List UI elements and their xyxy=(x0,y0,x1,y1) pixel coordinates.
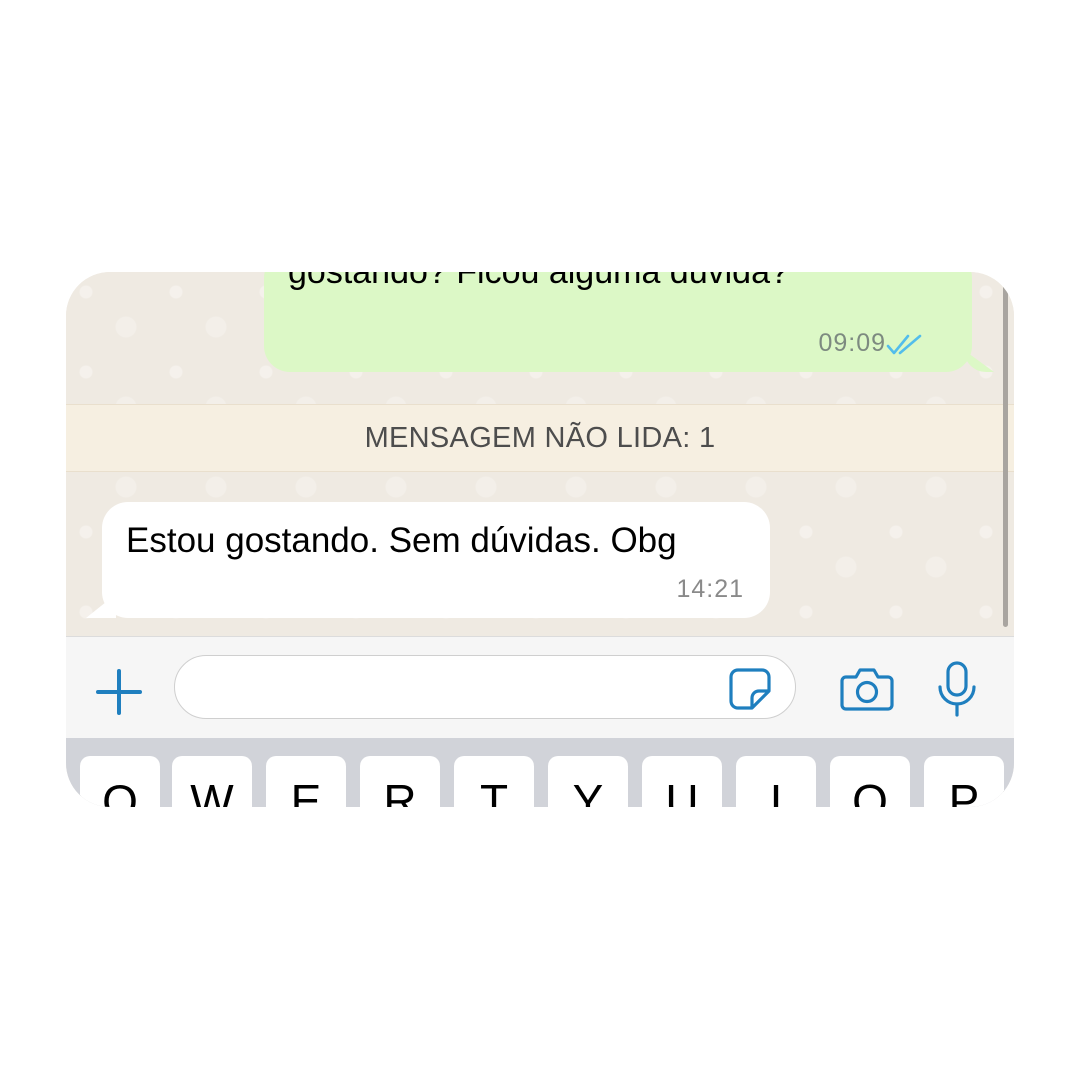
chat-area[interactable]: gostando? Ficou alguma dúvida? 09:09 MEN… xyxy=(66,272,1014,636)
key-t[interactable]: T xyxy=(454,756,534,807)
key-o[interactable]: O xyxy=(830,756,910,807)
key-u[interactable]: U xyxy=(642,756,722,807)
key-i[interactable]: I xyxy=(736,756,816,807)
key-w[interactable]: W xyxy=(172,756,252,807)
unread-messages-label: MENSAGEM NÃO LIDA: 1 xyxy=(364,421,716,454)
outgoing-message-bubble[interactable]: gostando? Ficou alguma dúvida? 09:09 xyxy=(264,272,994,372)
key-q[interactable]: Q xyxy=(80,756,160,807)
key-r[interactable]: R xyxy=(360,756,440,807)
message-input-bar xyxy=(66,636,1014,739)
sticker-icon[interactable] xyxy=(728,667,772,711)
chat-scrollbar[interactable] xyxy=(1003,282,1008,627)
outgoing-bubble-tail xyxy=(964,350,994,372)
double-check-read-icon xyxy=(886,334,922,355)
incoming-message-bubble[interactable]: Estou gostando. Sem dúvidas. Obg 14:21 xyxy=(86,502,770,618)
incoming-message-text: Estou gostando. Sem dúvidas. Obg xyxy=(126,521,677,560)
incoming-message-time: 14:21 xyxy=(676,575,744,603)
key-p[interactable]: P xyxy=(924,756,1004,807)
outgoing-message-text: gostando? Ficou alguma dúvida? xyxy=(288,272,789,291)
plus-icon[interactable] xyxy=(94,667,144,717)
outgoing-message-time: 09:09 xyxy=(818,329,886,357)
chat-screen: gostando? Ficou alguma dúvida? 09:09 MEN… xyxy=(66,272,1014,807)
keyboard: Q W E R T Y U I O P xyxy=(66,738,1014,807)
message-input[interactable] xyxy=(174,655,796,719)
unread-messages-banner: MENSAGEM NÃO LIDA: 1 xyxy=(66,404,1014,472)
incoming-bubble-tail xyxy=(86,594,116,618)
microphone-icon[interactable] xyxy=(936,661,978,717)
key-e[interactable]: E xyxy=(266,756,346,807)
camera-icon[interactable] xyxy=(840,665,894,711)
key-y[interactable]: Y xyxy=(548,756,628,807)
